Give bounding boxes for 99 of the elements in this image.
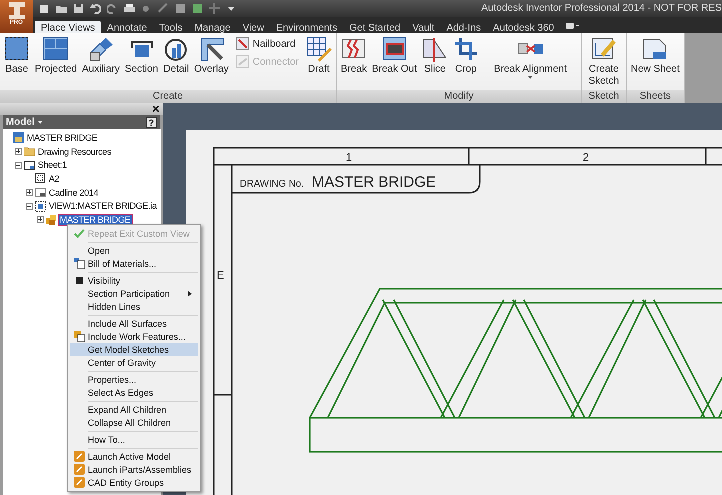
menu-item[interactable]: Expand All Children [70,403,198,416]
ribbon-button[interactable]: Overlay [192,35,231,90]
drawing-icon [13,132,24,144]
ribbon-tab[interactable]: Annotate [101,21,154,33]
ribbon-tab[interactable]: Add-Ins [440,21,488,33]
caret-icon[interactable] [38,120,43,124]
cube-views-icon [88,36,114,62]
caret-icon [528,76,534,79]
collapse-icon[interactable] [15,162,22,169]
ribbon-button[interactable]: Create Sketch [584,35,624,90]
folder-icon[interactable] [56,3,67,14]
expand-icon[interactable] [26,189,33,196]
collapse-icon[interactable] [26,202,33,210]
undo-icon[interactable] [90,3,101,14]
menu-item[interactable]: Section Participation [70,287,198,300]
ribbon-tab[interactable]: View [236,21,270,33]
redo-icon[interactable] [107,3,118,14]
ribbon-button[interactable]: Base [2,35,32,90]
assembly-icon [46,214,57,226]
zone-label: E [217,270,224,282]
tree-item[interactable]: Drawing Resources [37,146,112,157]
view-grid-icon [43,36,70,62]
menu-item[interactable]: How To... [70,433,198,446]
ribbon-button[interactable]: Projected [33,35,80,90]
ribbon-button[interactable]: Crop [451,35,482,90]
connector-icon [236,55,250,69]
check-icon [74,228,84,239]
ribbon-button[interactable]: Detail [161,35,192,90]
nailboard-icon [236,37,250,51]
new-file-icon[interactable] [39,3,50,14]
detail-circle-icon [163,36,190,62]
help-button[interactable]: ? [146,116,157,128]
save-icon[interactable] [73,3,84,14]
menu-item[interactable]: Hidden Lines [70,300,198,313]
ribbon-button[interactable]: Slice [420,35,450,90]
menu-item[interactable]: Select As Edges [70,386,198,399]
menu-item[interactable]: CAD Entity Groups [70,476,198,489]
zone-label: 1 [346,152,352,164]
panel-title: Create [0,90,336,103]
expand-icon[interactable] [15,148,22,156]
sketch-pencil-icon [590,36,617,62]
framed-view-icon [4,36,30,62]
display-options-icon[interactable] [566,22,580,30]
menu-item[interactable]: Center of Gravity [70,356,198,369]
window-title: Autodesk Inventor Professional 2014 - NOT FOR RES [482,3,722,14]
launch-icon [74,477,84,488]
close-icon[interactable] [153,106,159,112]
panel-title: Sheets [626,90,684,103]
title-block-label: DRAWING No. [240,179,306,190]
ribbon-button[interactable]: Auxiliary [80,35,122,90]
tree-item[interactable]: VIEW1:MASTER BRIDGE.ia [48,201,158,212]
ribbon-tab[interactable]: Autodesk 360 [487,21,560,33]
menu-item[interactable]: Bill of Materials... [70,257,198,270]
ribbon-button[interactable]: Break Out [370,35,420,90]
crop-icon [453,36,480,62]
zone-label: 2 [582,152,590,164]
break-out-icon [382,36,408,62]
tree-item[interactable]: Sheet:1 [37,160,68,170]
menu-item[interactable]: Include All Surfaces [70,317,198,330]
title-block-icon [35,187,46,198]
ribbon-tab[interactable]: Environments [270,21,344,33]
tree-item[interactable]: MASTER BRIDGE [59,214,132,225]
slice-icon [422,36,448,62]
ribbon-button[interactable]: Section [123,35,160,90]
menu-item[interactable]: Launch Active Model [70,450,198,463]
launch-icon [74,451,84,462]
ribbon-tab[interactable]: Vault [406,21,441,33]
menu-item[interactable]: Open [70,244,198,257]
overlay-arrow-icon [198,36,225,62]
menu-item[interactable]: Collapse All Children [70,416,198,429]
expand-icon[interactable] [37,216,44,224]
view-icon [35,200,46,212]
tree-item[interactable]: Cadline 2014 [48,188,100,198]
menu-item[interactable]: Properties... [70,373,198,386]
ribbon-button[interactable]: Nailboard [236,37,299,51]
grid-pencil-icon [306,36,332,62]
ribbon-button[interactable]: Draft [304,35,334,90]
ribbon-button[interactable]: New Sheet [628,35,682,90]
ribbon-tab[interactable]: Tools [153,21,189,33]
tree-item[interactable]: MASTER BRIDGE [26,132,99,143]
menu-item[interactable]: Launch iParts/Assemblies [70,463,198,476]
printer-icon[interactable] [124,3,135,14]
ribbon-tab[interactable]: Get Started [343,21,407,33]
plus-icon[interactable] [209,3,220,14]
folder-icon [24,146,35,158]
ribbon-tab[interactable]: Manage [188,21,237,33]
ribbon-button[interactable]: Break Alignment [482,35,579,90]
launch-icon [74,464,84,475]
border-icon [35,173,46,184]
menu-item[interactable]: Visibility [70,274,198,287]
menu-item[interactable]: Include Work Features... [70,330,198,343]
tree-item[interactable]: A2 [48,174,60,184]
ribbon-button[interactable]: Break [339,35,370,90]
menu-item[interactable]: Get Model Sketches [70,343,198,356]
panel-title: Modify [337,90,581,103]
panel-title: Sketch [582,90,626,103]
browser-title[interactable]: Model [6,116,35,128]
ribbon-tab[interactable]: Place Views [35,21,102,33]
drawing-number: MASTER BRIDGE [312,174,436,191]
